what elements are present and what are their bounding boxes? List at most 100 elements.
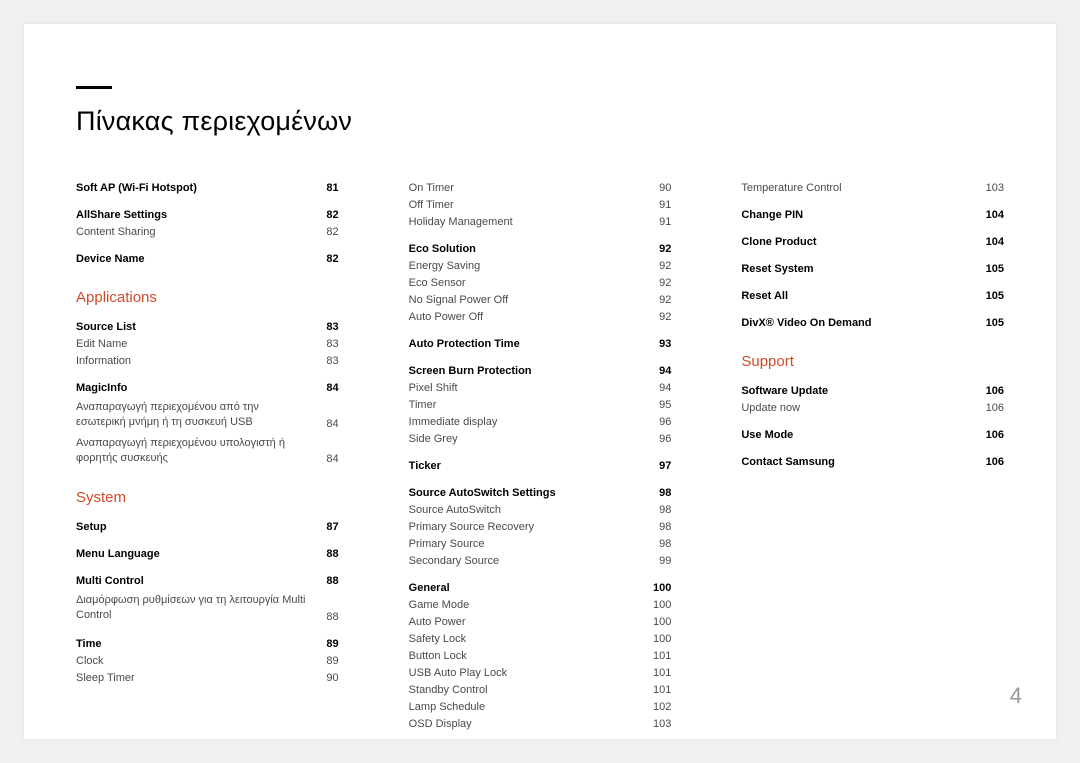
toc-entry-label: Eco Solution (409, 244, 650, 255)
toc-entry-label: Source List (76, 322, 317, 333)
toc-entry-label: Setup (76, 522, 317, 533)
toc-entry-page: 106 (982, 386, 1004, 397)
toc-entry[interactable]: Safety Lock100 (409, 631, 672, 648)
toc-entry[interactable]: Immediate display96 (409, 414, 672, 431)
toc-group: Clone Product104 (741, 234, 1004, 251)
toc-entry[interactable]: Menu Language88 (76, 546, 339, 563)
toc-entry-label: Time (76, 639, 317, 650)
toc-entry[interactable]: Αναπαραγωγή περιεχομένου από την εσωτερι… (76, 397, 339, 433)
toc-entry[interactable]: Time89 (76, 636, 339, 653)
toc-entry[interactable]: Update now106 (741, 400, 1004, 417)
toc-entry-label: Safety Lock (409, 634, 650, 645)
toc-entry-page: 100 (649, 600, 671, 611)
toc-entry[interactable]: DivX® Video On Demand105 (741, 315, 1004, 332)
toc-entry[interactable]: Change PIN104 (741, 207, 1004, 224)
toc-entry[interactable]: Edit Name83 (76, 336, 339, 353)
toc-entry[interactable]: Lamp Schedule102 (409, 699, 672, 716)
toc-entry[interactable]: Source AutoSwitch98 (409, 502, 672, 519)
toc-entry[interactable]: Holiday Management91 (409, 214, 672, 231)
toc-entry[interactable]: Software Update106 (741, 383, 1004, 400)
toc-entry-page: 81 (317, 183, 339, 194)
toc-entry[interactable]: Multi Control88 (76, 573, 339, 590)
toc-entry-page: 82 (317, 210, 339, 221)
toc-entry-page: 84 (317, 419, 339, 430)
toc-entry[interactable]: Ticker97 (409, 458, 672, 475)
toc-entry-label: Primary Source (409, 539, 650, 550)
toc-group: Software Update106Update now106 (741, 383, 1004, 417)
toc-entry[interactable]: Sleep Timer90 (76, 670, 339, 687)
toc-entry[interactable]: AllShare Settings82 (76, 207, 339, 224)
toc-entry-label: Energy Saving (409, 261, 650, 272)
toc-entry[interactable]: Energy Saving92 (409, 258, 672, 275)
toc-entry[interactable]: Αναπαραγωγή περιεχομένου υπολογιστή ή φο… (76, 433, 339, 469)
toc-entry-page: 82 (317, 254, 339, 265)
toc-entry[interactable]: OSD Display103 (409, 716, 672, 733)
toc-entry[interactable]: Source List83 (76, 319, 339, 336)
toc-entry-page: 92 (649, 278, 671, 289)
toc-entry-label: Διαμόρφωση ρυθμίσεων για τη λειτουργία M… (76, 593, 317, 623)
toc-entry[interactable]: Setup87 (76, 519, 339, 536)
toc-entry-label: AllShare Settings (76, 210, 317, 221)
toc-group: Change PIN104 (741, 207, 1004, 224)
toc-entry[interactable]: Pixel Shift94 (409, 380, 672, 397)
toc-entry[interactable]: Information83 (76, 353, 339, 370)
toc-entry[interactable]: Temperature Control103 (741, 180, 1004, 197)
toc-entry-page: 103 (982, 183, 1004, 194)
toc-entry-page: 105 (982, 318, 1004, 329)
toc-entry[interactable]: General100 (409, 580, 672, 597)
toc-entry[interactable]: Soft AP (Wi-Fi Hotspot)81 (76, 180, 339, 197)
toc-entry[interactable]: Button Lock101 (409, 648, 672, 665)
toc-entry[interactable]: Contact Samsung106 (741, 454, 1004, 471)
toc-entry-page: 106 (982, 457, 1004, 468)
toc-entry-label: Menu Language (76, 549, 317, 560)
toc-entry[interactable]: Eco Solution92 (409, 241, 672, 258)
toc-entry[interactable]: USB Auto Play Lock101 (409, 665, 672, 682)
toc-entry-label: OSD Display (409, 719, 650, 730)
toc-entry-label: Pixel Shift (409, 383, 650, 394)
toc-entry-label: Standby Control (409, 685, 650, 696)
toc-section-heading: Support (741, 354, 1004, 369)
toc-entry[interactable]: Eco Sensor92 (409, 275, 672, 292)
toc-entry-label: Eco Sensor (409, 278, 650, 289)
toc-entry-page: 98 (649, 488, 671, 499)
toc-entry-page: 88 (317, 576, 339, 587)
toc-entry[interactable]: Διαμόρφωση ρυθμίσεων για τη λειτουργία M… (76, 590, 339, 626)
toc-group: Soft AP (Wi-Fi Hotspot)81 (76, 180, 339, 197)
toc-entry-label: Source AutoSwitch (409, 505, 650, 516)
toc-entry[interactable]: No Signal Power Off92 (409, 292, 672, 309)
toc-entry[interactable]: Secondary Source99 (409, 553, 672, 570)
toc-entry-label: Clone Product (741, 237, 982, 248)
toc-entry[interactable]: Clock89 (76, 653, 339, 670)
toc-entry-label: Game Mode (409, 600, 650, 611)
toc-entry[interactable]: Reset All105 (741, 288, 1004, 305)
toc-entry[interactable]: Use Mode106 (741, 427, 1004, 444)
toc-entry[interactable]: On Timer90 (409, 180, 672, 197)
toc-entry[interactable]: Reset System105 (741, 261, 1004, 278)
page-title: Πίνακας περιεχομένων (76, 106, 352, 137)
toc-entry[interactable]: Standby Control101 (409, 682, 672, 699)
toc-entry-label: Sleep Timer (76, 673, 317, 684)
toc-entry-label: Auto Power Off (409, 312, 650, 323)
toc-entry[interactable]: Auto Protection Time93 (409, 336, 672, 353)
toc-entry[interactable]: Content Sharing82 (76, 224, 339, 241)
toc-entry-page: 106 (982, 430, 1004, 441)
toc-entry[interactable]: Game Mode100 (409, 597, 672, 614)
toc-entry-label: Clock (76, 656, 317, 667)
toc-entry[interactable]: Auto Power100 (409, 614, 672, 631)
toc-entry[interactable]: Primary Source Recovery98 (409, 519, 672, 536)
toc-entry[interactable]: Primary Source98 (409, 536, 672, 553)
toc-entry[interactable]: Off Timer91 (409, 197, 672, 214)
toc-entry[interactable]: Timer95 (409, 397, 672, 414)
toc-entry[interactable]: Source AutoSwitch Settings98 (409, 485, 672, 502)
toc-entry[interactable]: Screen Burn Protection94 (409, 363, 672, 380)
toc-entry-page: 90 (649, 183, 671, 194)
toc-entry[interactable]: MagicInfo84 (76, 380, 339, 397)
toc-entry-label: Content Sharing (76, 227, 317, 238)
toc-entry[interactable]: Side Grey96 (409, 431, 672, 448)
toc-entry[interactable]: Clone Product104 (741, 234, 1004, 251)
toc-entry-label: Auto Power (409, 617, 650, 628)
toc-entry[interactable]: Device Name82 (76, 251, 339, 268)
toc-entry-page: 106 (982, 403, 1004, 414)
toc-entry[interactable]: Auto Power Off92 (409, 309, 672, 326)
toc-entry-label: On Timer (409, 183, 650, 194)
